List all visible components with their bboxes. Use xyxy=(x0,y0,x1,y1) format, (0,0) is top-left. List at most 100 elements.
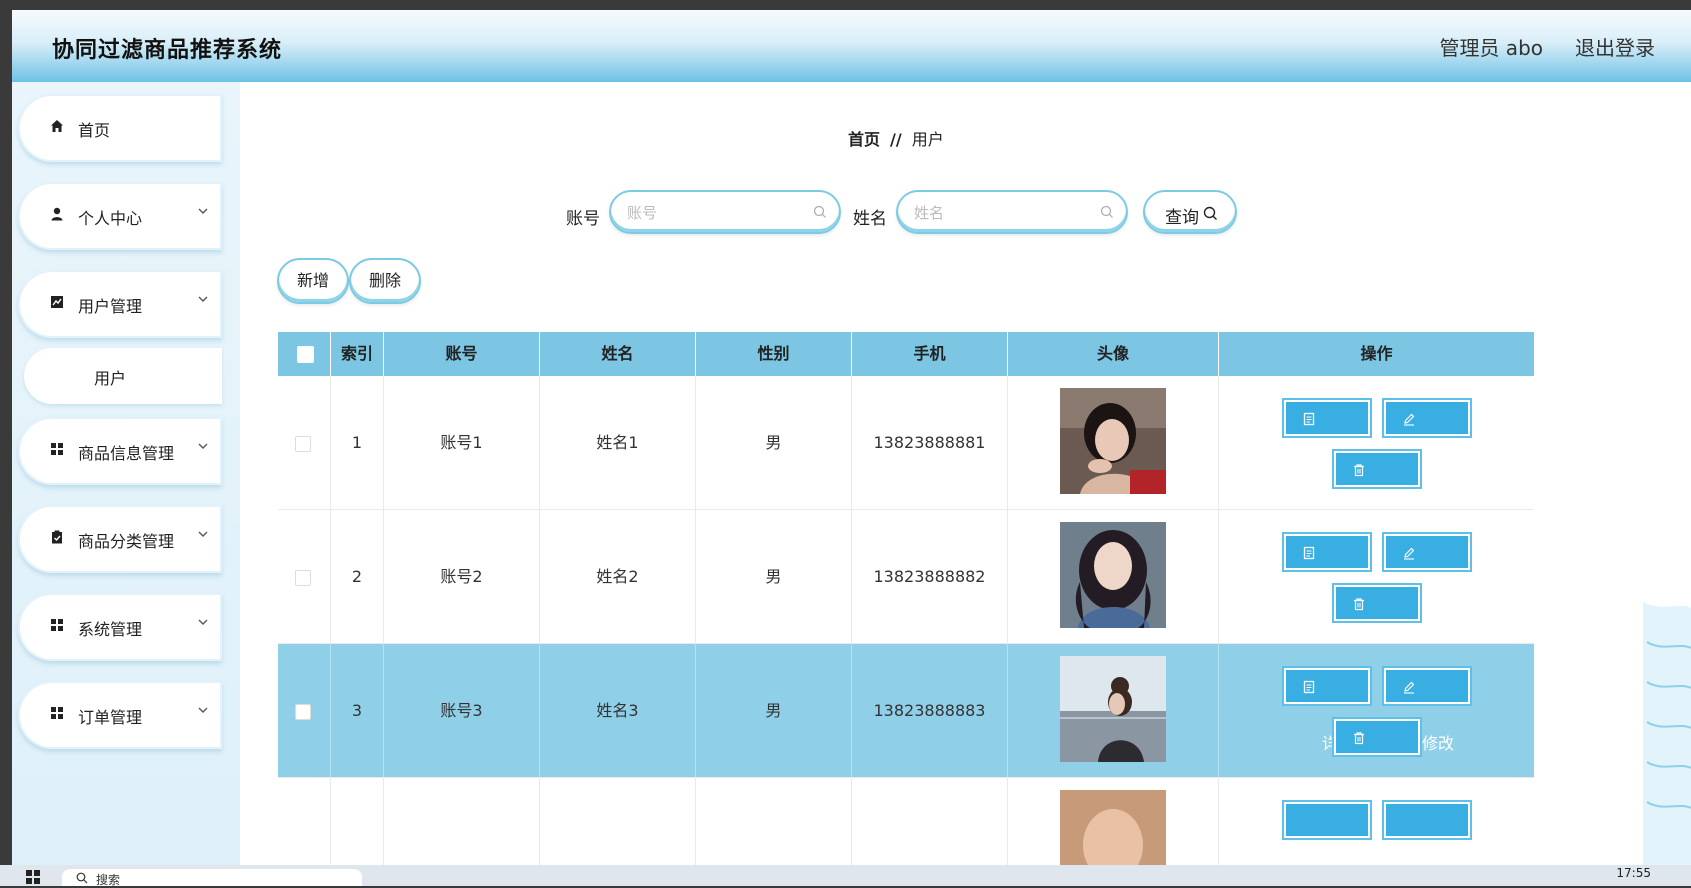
chevron-down-icon xyxy=(198,707,208,713)
edit-button[interactable]: 修改 xyxy=(1382,532,1472,619)
avatar xyxy=(1060,656,1166,762)
pencil-icon xyxy=(1404,413,1415,426)
sidebar-item-home[interactable]: 首页 xyxy=(18,94,222,162)
operation-cell: 详情 修改 删除 xyxy=(1219,510,1534,670)
search-icon xyxy=(1203,206,1217,220)
main-content: 首页 // 用户 账号 姓名 查询 新增 删除 索引 账号 xyxy=(240,82,1691,865)
detail-button[interactable]: 详情 xyxy=(1282,532,1372,619)
column-header: 性别 xyxy=(696,332,852,376)
name-cell: 姓名1 xyxy=(540,376,696,509)
column-header: 索引 xyxy=(331,332,384,376)
avatar-cell xyxy=(1008,778,1219,865)
detail-button[interactable]: 详情 xyxy=(1282,666,1372,753)
select-all-checkbox[interactable] xyxy=(297,346,314,363)
name-cell: 姓名2 xyxy=(540,510,696,643)
row-select-cell xyxy=(278,510,331,643)
sidebar-item-user-management[interactable]: 用户管理 xyxy=(18,270,222,338)
sidebar-item-personal-center[interactable]: 个人中心 xyxy=(18,182,222,250)
chevron-down-icon xyxy=(198,619,208,625)
chart-icon xyxy=(51,296,63,308)
pencil-icon xyxy=(1404,547,1415,560)
add-button[interactable]: 新增 xyxy=(277,258,349,304)
avatar xyxy=(1060,522,1166,628)
trash-icon xyxy=(1354,598,1364,611)
breadcrumb-home[interactable]: 首页 xyxy=(848,130,880,149)
table-row: 1 账号1 姓名1 男 13823888881 修改 删除 xyxy=(278,376,1534,536)
name-search-field[interactable] xyxy=(896,190,1128,234)
row-select-cell xyxy=(278,644,331,777)
name-search-label: 姓名 xyxy=(853,209,887,229)
query-button-label: 查询 xyxy=(1165,208,1199,228)
delete-button[interactable]: 删除 xyxy=(1332,449,1422,536)
account-cell: 账号3 xyxy=(384,644,540,777)
name-search-input[interactable] xyxy=(912,202,1096,224)
document-icon xyxy=(1303,546,1315,560)
row-checkbox[interactable] xyxy=(295,436,311,452)
gender-cell xyxy=(696,778,852,865)
index-cell: 2 xyxy=(331,510,384,643)
breadcrumb: 首页 // 用户 xyxy=(848,126,944,150)
row-checkbox[interactable] xyxy=(295,704,311,720)
edit-button[interactable] xyxy=(1382,800,1472,840)
index-cell: 1 xyxy=(331,376,384,509)
sidebar-item-product-info[interactable]: 商品信息管理 xyxy=(18,417,222,485)
phone-cell: 13823888882 xyxy=(852,510,1008,643)
table-header: 索引 账号 姓名 性别 手机 头像 操作 xyxy=(278,332,1534,376)
search-icon xyxy=(76,872,88,884)
trash-icon xyxy=(1354,464,1364,477)
row-select-cell xyxy=(278,778,331,865)
account-search-input[interactable] xyxy=(625,202,809,224)
sidebar-item-label: 商品分类管理 xyxy=(78,532,175,551)
index-cell xyxy=(331,778,384,865)
detail-button[interactable]: 详情 xyxy=(1282,398,1372,485)
chevron-down-icon xyxy=(198,531,208,537)
search-icon xyxy=(1100,205,1113,218)
name-cell: 姓名3 xyxy=(540,644,696,777)
detail-button[interactable] xyxy=(1282,800,1372,840)
table-row: 2 账号2 姓名2 男 13823888882 修改 xyxy=(278,510,1534,670)
sidebar-item-system-management[interactable]: 系统管理 xyxy=(18,593,222,661)
app-title: 协同过滤商品推荐系统 xyxy=(52,38,283,63)
taskbar-search[interactable]: 搜索 xyxy=(62,869,362,887)
breadcrumb-current: 用户 xyxy=(911,130,944,149)
query-button[interactable]: 查询 xyxy=(1143,190,1237,234)
edit-button[interactable]: 修改 xyxy=(1382,398,1472,485)
sidebar-item-label: 个人中心 xyxy=(78,209,143,228)
decorative-waves xyxy=(1643,602,1691,865)
column-header: 手机 xyxy=(852,332,1008,376)
document-icon xyxy=(1303,412,1315,426)
sidebar-item-product-category[interactable]: 商品分类管理 xyxy=(18,505,222,573)
phone-cell: 13823888881 xyxy=(852,376,1008,509)
delete-button[interactable]: 删除 xyxy=(1332,717,1422,804)
row-checkbox[interactable] xyxy=(295,570,311,586)
grid-icon xyxy=(51,619,63,631)
column-header: 头像 xyxy=(1008,332,1219,376)
table-row xyxy=(278,778,1534,865)
column-header: 姓名 xyxy=(540,332,696,376)
admin-user-label: 管理员 abo xyxy=(1439,36,1543,60)
phone-cell xyxy=(852,778,1008,865)
chevron-down-icon xyxy=(198,208,208,214)
clipboard-icon xyxy=(52,530,62,544)
windows-start-icon[interactable] xyxy=(26,870,40,884)
delete-button[interactable]: 删除 xyxy=(1332,583,1422,670)
grid-icon xyxy=(51,707,63,719)
logout-link[interactable]: 退出登录 xyxy=(1575,32,1655,61)
account-search-field[interactable] xyxy=(609,190,841,234)
gender-cell: 男 xyxy=(696,510,852,643)
breadcrumb-separator: // xyxy=(890,130,902,149)
sidebar-subitem-user[interactable]: 用户 xyxy=(24,348,222,404)
row-select-cell xyxy=(278,376,331,509)
trash-icon xyxy=(1354,732,1364,745)
avatar-cell xyxy=(1008,510,1219,643)
sidebar-item-order-management[interactable]: 订单管理 xyxy=(18,681,222,749)
operation-cell: 详情 修改 删除 xyxy=(1219,644,1534,804)
sidebar-item-label: 订单管理 xyxy=(78,708,143,727)
sidebar-item-label: 首页 xyxy=(78,121,111,140)
account-search-label: 账号 xyxy=(566,209,600,229)
app-window: 协同过滤商品推荐系统 管理员 abo 退出登录 首页 个人中心 用户管理 用户 … xyxy=(12,10,1691,865)
edit-button[interactable]: 修改 xyxy=(1382,666,1472,753)
avatar-cell xyxy=(1008,644,1219,777)
select-all-cell xyxy=(278,332,331,376)
batch-delete-button[interactable]: 删除 xyxy=(349,258,421,304)
